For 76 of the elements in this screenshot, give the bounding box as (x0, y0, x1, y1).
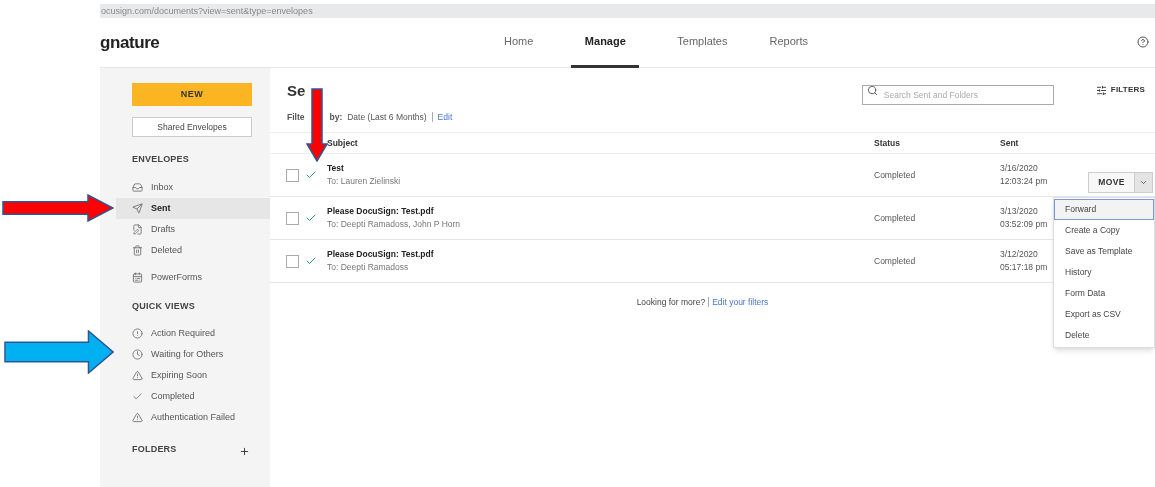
filters-button[interactable]: FILTERS (1095, 80, 1145, 100)
search-icon (866, 85, 878, 96)
search-field[interactable]: Search Sent and Folders (861, 85, 1054, 105)
completed-check-icon (305, 255, 317, 267)
menu-item[interactable]: Form Data (1054, 283, 1154, 304)
url-text: ocusign.com/documents?view=sent&type=envelopes (101, 6, 313, 16)
footer-text: Looking for more? (636, 296, 706, 309)
envelope-subject[interactable]: Please DocuSign: Test.pdf (327, 205, 434, 218)
page-title: Se (287, 81, 306, 101)
sidebar-item[interactable]: Sent (116, 197, 270, 219)
filter-value: Date (Last 6 Months) (347, 110, 427, 124)
envelope-subject[interactable]: Please DocuSign: Test.pdf (327, 248, 434, 261)
filter-label: Filte (287, 110, 305, 124)
add-folder-icon[interactable] (239, 446, 250, 458)
menu-item[interactable]: History (1054, 262, 1154, 283)
move-button[interactable]: MOVE (1089, 173, 1135, 192)
edit-filters-link[interactable]: Edit your filters (712, 296, 769, 309)
filter-label: by: (329, 110, 343, 124)
sidebar-item[interactable]: Inbox (116, 176, 270, 198)
nav-tab[interactable]: Templates (673, 18, 732, 68)
sliders-icon (1095, 84, 1107, 96)
status-text: Completed (874, 168, 917, 182)
help-icon[interactable] (1137, 36, 1149, 48)
row-checkbox[interactable] (286, 168, 299, 182)
pencil-page-icon (132, 223, 143, 235)
sidebar-item[interactable]: Authentication Failed (116, 407, 270, 429)
row-checkbox[interactable] (286, 211, 299, 225)
inbox-icon (132, 181, 143, 193)
sidebar-item[interactable]: Waiting for Others (116, 344, 270, 366)
caret-icon (1139, 178, 1148, 187)
envelope-recipients: To: Lauren Zielinski (327, 175, 401, 188)
menu-item[interactable]: Export as CSV (1054, 304, 1154, 325)
warning-icon (132, 412, 143, 424)
completed-check-icon (305, 212, 317, 224)
sidebar-item[interactable]: Action Required (116, 323, 270, 345)
sidebar-item[interactable]: Deleted (116, 239, 270, 261)
sidebar-item[interactable]: Completed (116, 386, 270, 408)
trash-icon (132, 244, 143, 256)
section-heading: FOLDERS (132, 443, 177, 456)
status-text: Completed (874, 254, 917, 268)
nav-tab[interactable]: Home (500, 18, 538, 68)
sent-date: 3/12/2020 (1000, 248, 1038, 261)
brand-logo: gnature (100, 31, 160, 54)
menu-item[interactable]: Save as Template (1054, 241, 1154, 262)
sidebar-item[interactable]: PowerForms (116, 266, 270, 288)
sent-time: 03:52:09 pm (1000, 218, 1048, 231)
nav-tab[interactable]: Manage (571, 18, 640, 68)
new-button[interactable]: NEW (132, 83, 252, 107)
menu-item[interactable]: Forward (1054, 199, 1154, 220)
sent-date: 3/16/2020 (1000, 162, 1038, 175)
section-heading: QUICK VIEWS (132, 299, 195, 313)
edit-link[interactable]: Edit (437, 110, 453, 124)
envelope-recipients: To: Deepti Ramadoss (327, 261, 409, 274)
envelope-subject[interactable]: Test (327, 162, 344, 175)
sidebar-item[interactable]: Drafts (116, 218, 270, 240)
row-checkbox[interactable] (286, 254, 299, 268)
column-header: Status (874, 136, 901, 150)
completed-check-icon (305, 169, 317, 181)
sent-time: 05:17:18 pm (1000, 261, 1048, 274)
sent-date: 3/13/2020 (1000, 205, 1038, 218)
sidebar-item[interactable]: Expiring Soon (116, 365, 270, 387)
nav-tab[interactable]: Reports (765, 18, 812, 68)
send-icon (132, 202, 143, 214)
column-header: Sent (1000, 136, 1019, 150)
shared-envelopes-button[interactable]: Shared Envelopes (132, 117, 252, 138)
clock-icon (132, 349, 143, 361)
warning-icon (132, 370, 143, 382)
sent-time: 12:03:24 pm (1000, 175, 1048, 188)
alert-icon (132, 328, 143, 340)
column-header: Subject (327, 136, 359, 150)
status-text: Completed (874, 211, 917, 225)
envelope-recipients: To: Deepti Ramadoss, John P Horn (327, 218, 461, 231)
section-heading: ENVELOPES (132, 153, 190, 167)
menu-item[interactable]: Delete (1054, 325, 1154, 346)
menu-item[interactable]: Create a Copy (1054, 220, 1154, 241)
form-icon (132, 271, 143, 283)
